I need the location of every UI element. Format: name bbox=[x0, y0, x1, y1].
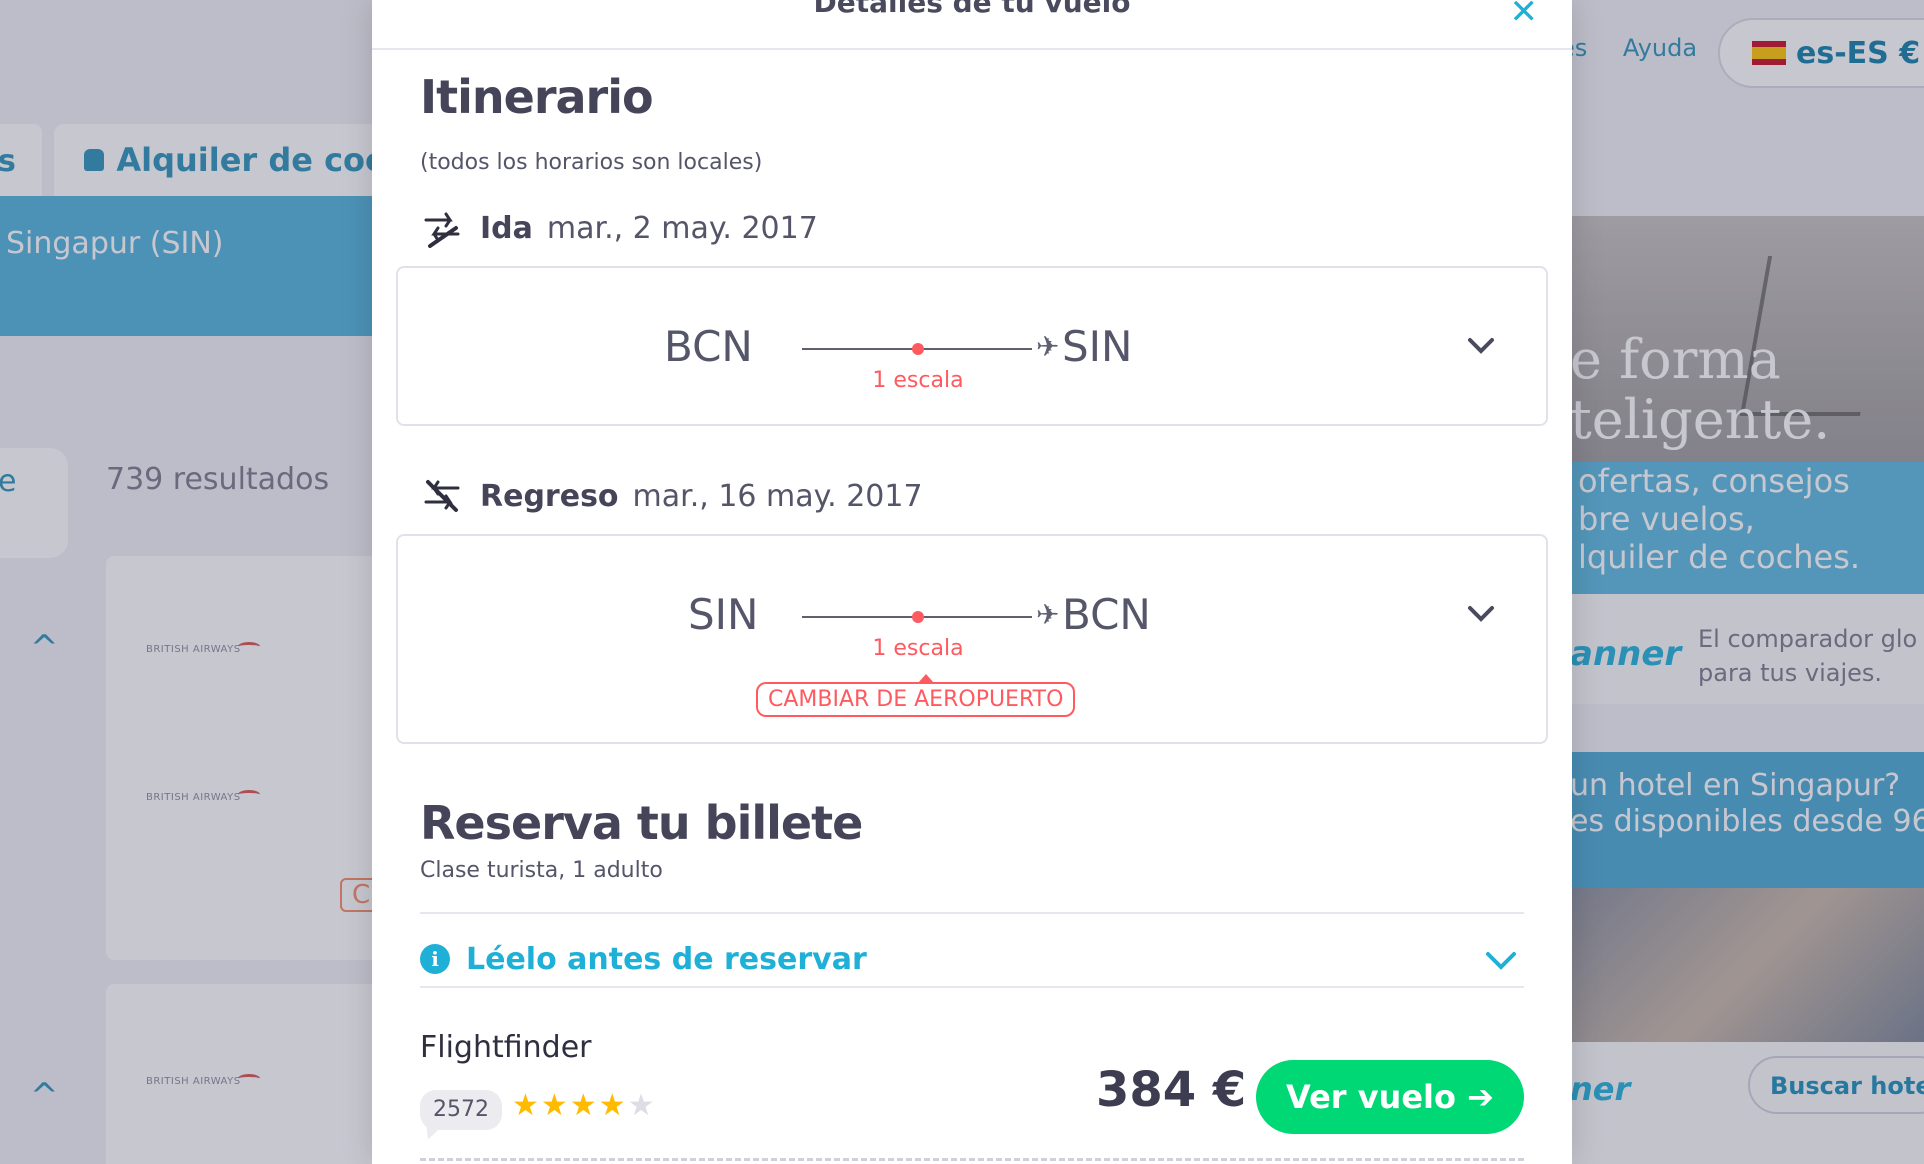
stop-dot bbox=[912, 611, 924, 623]
search-destination[interactable]: Singapur (SIN) bbox=[6, 226, 224, 261]
rating-stars: ★★★★★ bbox=[512, 1088, 657, 1123]
ad-headline-1: e forma bbox=[1570, 328, 1781, 391]
flag-spain-icon bbox=[1752, 41, 1786, 65]
ad-blue-text: ofertas, consejos bre vuelos, lquiler de… bbox=[1570, 462, 1924, 594]
chevron-down-icon[interactable] bbox=[1466, 598, 1496, 628]
chevron-down-icon[interactable] bbox=[1466, 330, 1496, 360]
brand-description: El comparador glo para tus viajes. bbox=[1698, 622, 1917, 690]
origin-code: SIN bbox=[688, 590, 759, 639]
booking-subtitle: Clase turista, 1 adulto bbox=[420, 858, 663, 883]
airline-logo: BRITISH AIRWAYS bbox=[146, 642, 260, 655]
price: 384 € bbox=[1096, 1062, 1247, 1118]
destination-code: BCN bbox=[1062, 590, 1151, 639]
ad-brand: anner El comparador glo para tus viajes. bbox=[1570, 594, 1924, 704]
brand-logo: ner bbox=[1570, 1070, 1631, 1108]
hotel-ad-line-2: es disponibles desde 96 bbox=[1570, 804, 1924, 839]
top-links: es Ayuda bbox=[1560, 34, 1725, 62]
chevron-up-icon[interactable]: ^ bbox=[30, 1076, 64, 1116]
star-icon: ★ bbox=[569, 1088, 599, 1123]
review-count-bubble[interactable]: 2572 bbox=[420, 1090, 502, 1130]
stop-dot bbox=[912, 343, 924, 355]
tab-car-rental-label: Alquiler de coc bbox=[116, 141, 384, 179]
stops-label: 1 escala bbox=[872, 368, 964, 393]
search-hotel-button[interactable]: Buscar hotel bbox=[1748, 1056, 1924, 1114]
agent-name: Flightfinder bbox=[420, 1030, 592, 1065]
filter-pill[interactable]: e bbox=[0, 448, 68, 558]
hotel-ad-line-1: un hotel en Singapur? bbox=[1570, 768, 1901, 803]
language-selector[interactable]: es-ES € bbox=[1718, 18, 1924, 88]
outbound-header: Ida mar., 2 may. 2017 bbox=[422, 208, 818, 248]
ad-blue-line: bre vuelos, bbox=[1578, 500, 1755, 538]
ad-blue-line: ofertas, consejos bbox=[1578, 462, 1850, 500]
ad-headline-2: teligente. bbox=[1570, 388, 1831, 451]
car-icon bbox=[84, 149, 105, 171]
star-icon: ★ bbox=[540, 1088, 570, 1123]
info-icon: i bbox=[420, 944, 450, 974]
chevron-up-icon[interactable]: ^ bbox=[30, 628, 64, 668]
return-leg-card[interactable]: SIN ✈ BCN 1 escala CAMBIAR DE AEROPUERTO bbox=[396, 534, 1548, 744]
search-summary-bar: Singapur (SIN) bbox=[0, 196, 380, 336]
brand-desc-line: para tus viajes. bbox=[1698, 659, 1883, 687]
takeoff-icon bbox=[424, 212, 460, 248]
modal-title: Detalles de tu vuelo bbox=[813, 0, 1131, 19]
close-icon[interactable]: ✕ bbox=[1510, 0, 1539, 32]
return-header: Regreso mar., 16 may. 2017 bbox=[422, 476, 923, 516]
dashed-divider bbox=[420, 1158, 1524, 1161]
origin-code: BCN bbox=[664, 322, 753, 371]
destination-code: SIN bbox=[1062, 322, 1133, 371]
star-icon: ★ bbox=[627, 1088, 657, 1123]
airline-logo: BRITISH AIRWAYS bbox=[146, 790, 260, 803]
tab-car-rental[interactable]: Alquiler de coc bbox=[54, 124, 384, 196]
flight-details-modal: Detalles de tu vuelo ✕ Itinerario (todos… bbox=[372, 0, 1572, 1164]
itinerary-title: Itinerario bbox=[420, 70, 654, 124]
star-icon: ★ bbox=[512, 1088, 541, 1123]
result-card[interactable]: BRITISH AIRWAYS bbox=[106, 984, 396, 1164]
plane-arrow-icon: ✈ bbox=[1036, 330, 1060, 363]
divider bbox=[420, 912, 1524, 914]
brand-desc-line: El comparador glo bbox=[1698, 625, 1918, 653]
airport-change-badge: CAMBIAR DE AEROPUERTO bbox=[756, 674, 1076, 717]
tab-flights[interactable]: s bbox=[0, 124, 42, 196]
hotel-ad[interactable]: un hotel en Singapur? es disponibles des… bbox=[1570, 752, 1924, 1042]
read-before-booking-toggle[interactable]: i Léelo antes de reservar bbox=[420, 924, 1524, 994]
outbound-leg-card[interactable]: BCN ✈ SIN 1 escala bbox=[396, 266, 1548, 426]
stops-label: 1 escala bbox=[872, 636, 964, 661]
tab-flights-label: s bbox=[0, 144, 16, 179]
return-label: Regreso bbox=[480, 478, 619, 514]
star-icon: ★ bbox=[598, 1088, 628, 1123]
brand-logo: anner bbox=[1570, 634, 1682, 674]
airline-logo: BRITISH AIRWAYS bbox=[146, 1074, 260, 1087]
landing-icon bbox=[424, 480, 460, 512]
outbound-date: mar., 2 may. 2017 bbox=[546, 210, 818, 246]
hotel-ad-image bbox=[1570, 888, 1924, 1042]
booking-title: Reserva tu billete bbox=[420, 796, 863, 850]
modal-header: Detalles de tu vuelo ✕ bbox=[372, 0, 1572, 50]
divider bbox=[420, 986, 1524, 988]
plane-arrow-icon: ✈ bbox=[1036, 598, 1060, 631]
itinerary-subtitle: (todos los horarios son locales) bbox=[420, 150, 763, 175]
results-count: 739 resultados bbox=[106, 462, 330, 497]
view-flight-button[interactable]: Ver vuelo ➔ bbox=[1256, 1060, 1524, 1134]
ad-blue-line: lquiler de coches. bbox=[1578, 538, 1861, 576]
read-before-booking-label: Léelo antes de reservar bbox=[466, 941, 867, 977]
outbound-label: Ida bbox=[480, 210, 533, 246]
chevron-down-icon bbox=[1486, 952, 1516, 970]
language-label: es-ES € bbox=[1796, 35, 1921, 71]
return-date: mar., 16 may. 2017 bbox=[632, 478, 923, 514]
filter-pill-label: e bbox=[0, 464, 17, 499]
hotel-ad-footer: ner Buscar hotel bbox=[1570, 1042, 1924, 1164]
top-link-help[interactable]: Ayuda bbox=[1623, 34, 1697, 62]
